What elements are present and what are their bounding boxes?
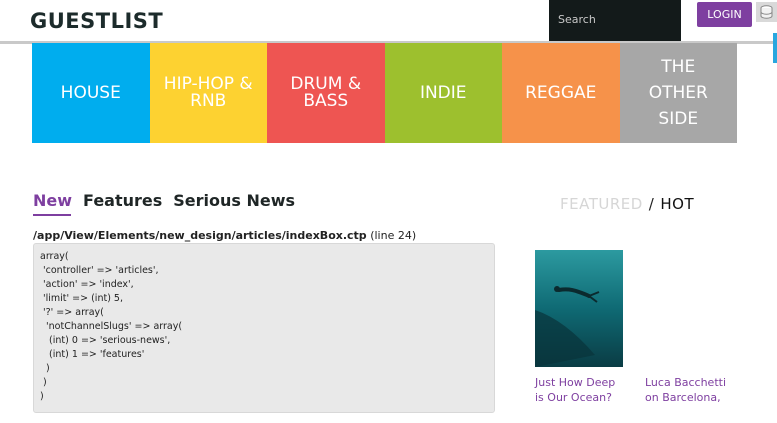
genre-tile-indie[interactable]: INDIE <box>384 43 502 143</box>
article-title-link[interactable]: Luca Bacchetti on Barcelona, <box>645 375 735 405</box>
featured-hot-switch: FEATURED / HOT <box>560 195 694 213</box>
genre-label: DRUM & BASS <box>290 74 362 111</box>
genre-nav: HOUSE HIP-HOP & RNB DRUM & BASS INDIE RE… <box>32 43 737 143</box>
genre-label: HOUSE <box>60 82 121 103</box>
tab-features[interactable]: Features <box>83 191 162 210</box>
login-button[interactable]: LOGIN <box>697 2 752 27</box>
debug-code: array( 'controller' => 'articles', 'acti… <box>40 251 183 402</box>
genre-tile-house[interactable]: HOUSE <box>32 43 150 143</box>
site-logo[interactable]: GUESTLIST <box>30 9 163 33</box>
debug-line-number: (line 24) <box>370 229 417 242</box>
hot-toggle[interactable]: HOT <box>660 195 694 213</box>
debug-output: array( 'controller' => 'articles', 'acti… <box>33 243 495 413</box>
genre-tile-hiphop[interactable]: HIP-HOP & RNB <box>149 43 267 143</box>
genre-tile-drum-bass[interactable]: DRUM & BASS <box>267 43 385 143</box>
article-tabs: New Features Serious News <box>33 191 306 210</box>
search-input[interactable] <box>558 13 678 26</box>
separator: / <box>648 195 655 213</box>
site-header: GUESTLIST LOGIN <box>0 0 777 44</box>
search-box[interactable] <box>549 0 681 41</box>
database-icon[interactable] <box>756 2 777 22</box>
featured-toggle[interactable]: FEATURED <box>560 195 643 213</box>
genre-label: THE OTHER SIDE <box>648 57 708 129</box>
debug-file-path: /app/View/Elements/new_design/articles/i… <box>33 229 416 242</box>
genre-label: HIP-HOP & RNB <box>163 74 253 111</box>
article-title-link[interactable]: Just How Deep is Our Ocean? <box>535 375 625 405</box>
genre-label: INDIE <box>419 82 467 103</box>
active-tab-underline <box>33 214 71 216</box>
side-tab[interactable] <box>773 33 777 63</box>
tab-new[interactable]: New <box>33 191 72 210</box>
tab-serious-news[interactable]: Serious News <box>173 191 295 210</box>
article-thumbnail[interactable] <box>535 250 623 367</box>
genre-label: REGGAE <box>525 82 597 103</box>
debug-path-text: /app/View/Elements/new_design/articles/i… <box>33 229 367 242</box>
genre-tile-reggae[interactable]: REGGAE <box>502 43 620 143</box>
genre-tile-other-side[interactable]: THE OTHER SIDE <box>619 43 737 143</box>
